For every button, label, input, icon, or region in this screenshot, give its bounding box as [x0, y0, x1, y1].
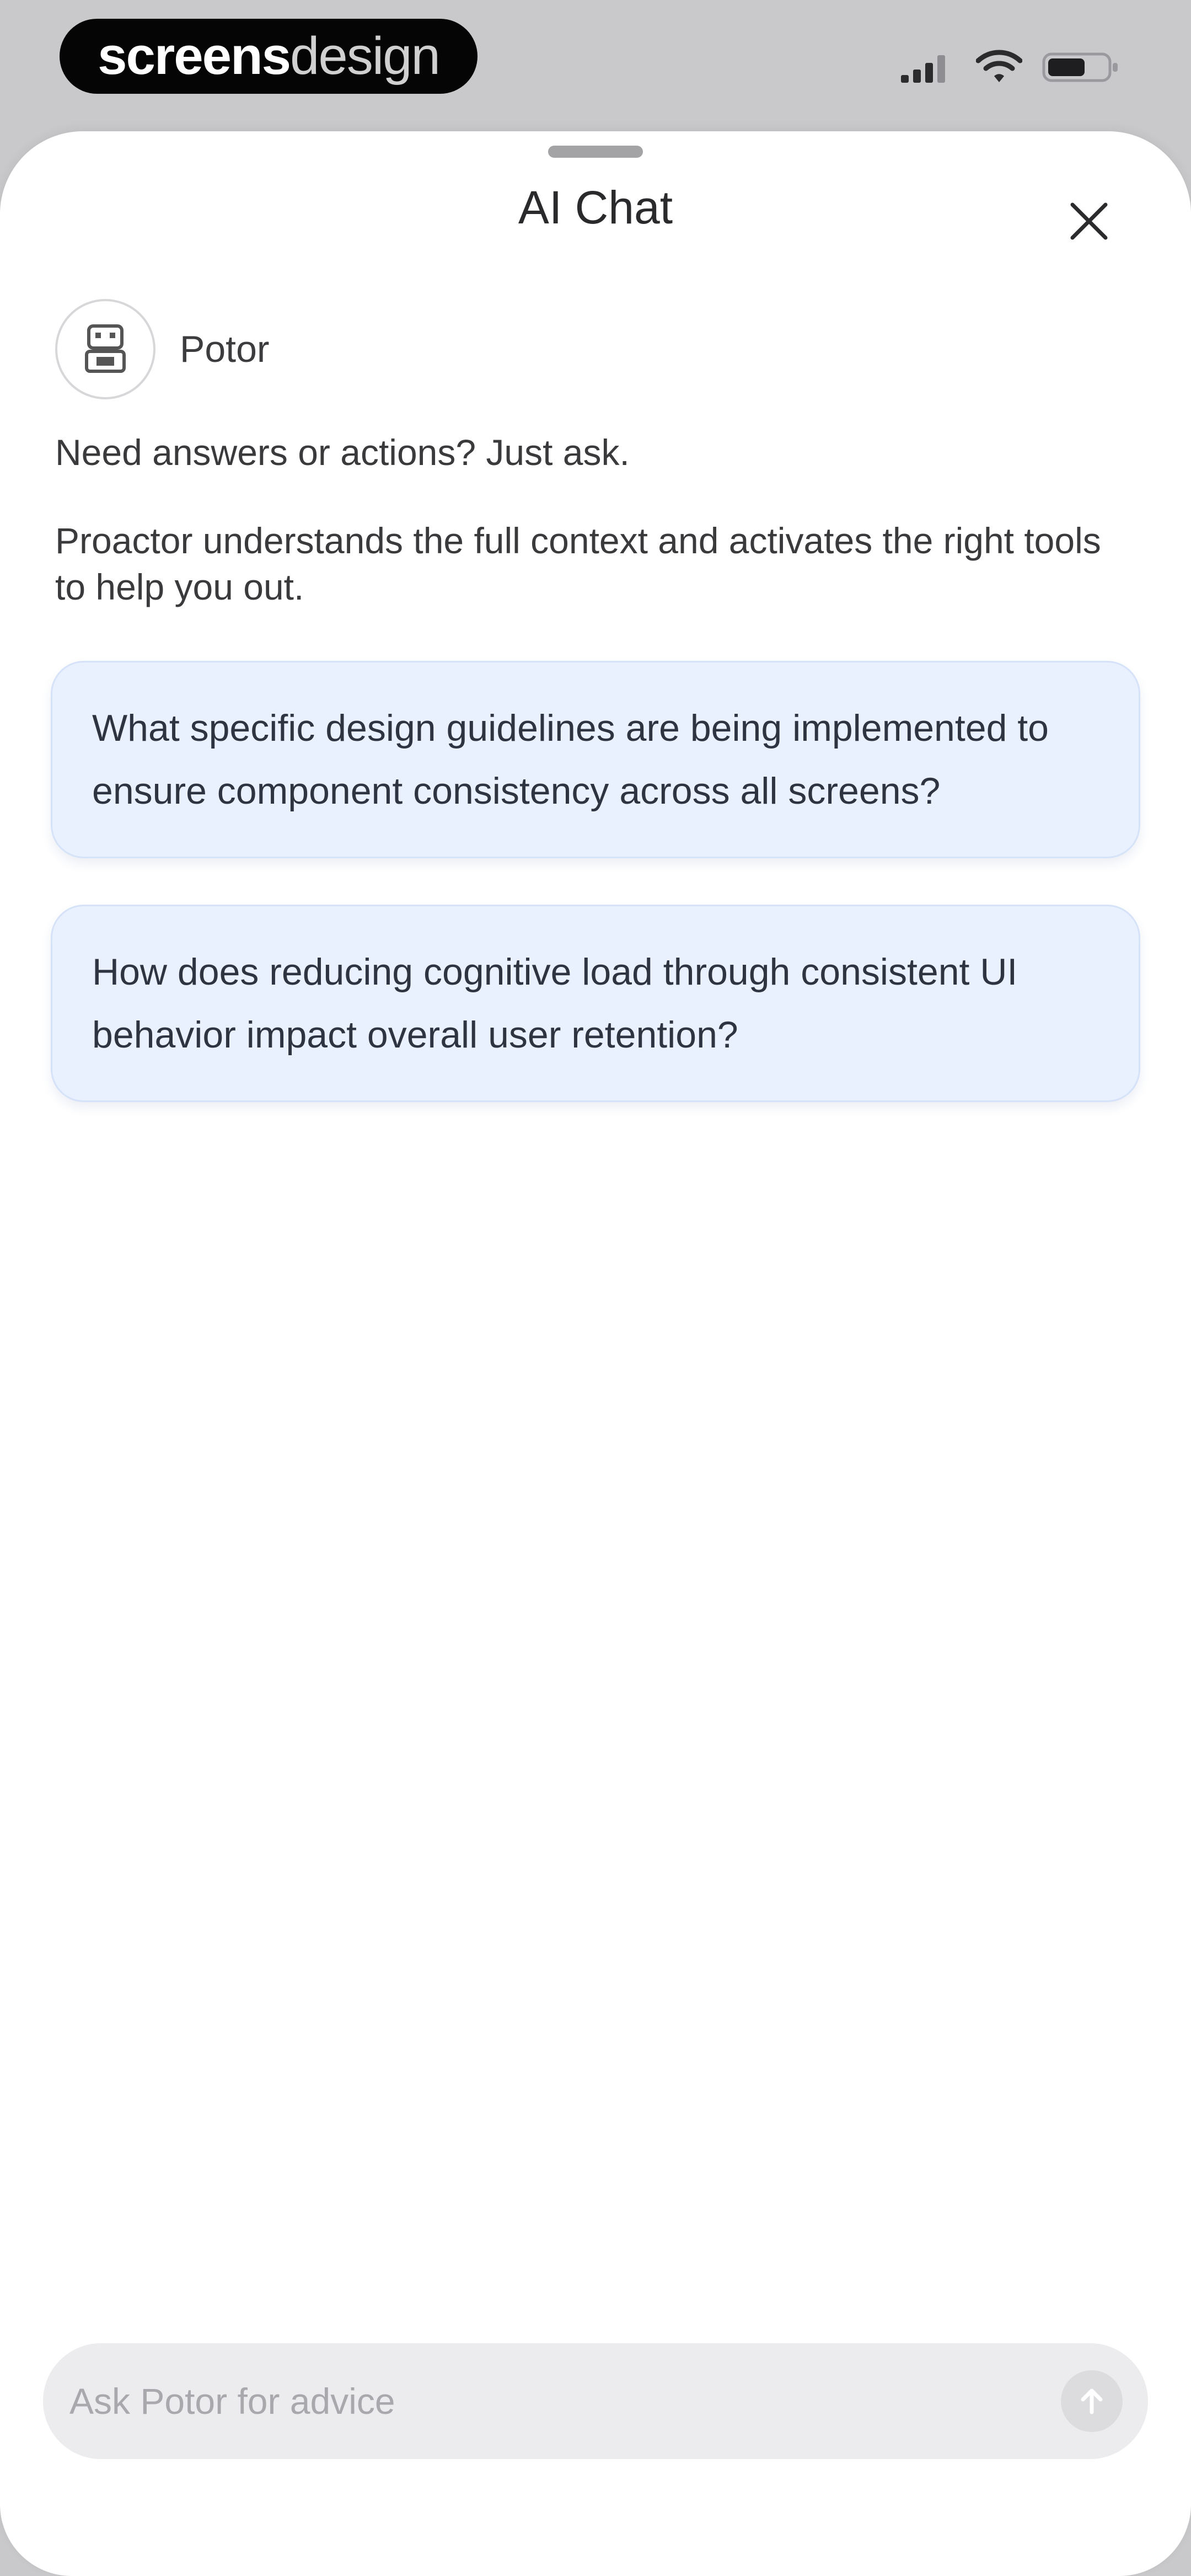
brand-logo: screensdesign — [60, 19, 478, 94]
assistant-avatar — [55, 299, 155, 399]
battery-icon — [1042, 52, 1118, 82]
robot-icon — [85, 324, 126, 373]
assistant-name: Potor — [180, 328, 270, 370]
sheet-grabber[interactable] — [548, 146, 643, 158]
suggestion-card[interactable]: What specific design guidelines are bein… — [51, 661, 1140, 858]
brand-logo-strong: screens — [98, 26, 291, 85]
send-button[interactable] — [1061, 2370, 1123, 2432]
brand-logo-light: design — [290, 26, 441, 85]
suggestion-card[interactable]: How does reducing cognitive load through… — [51, 905, 1140, 1102]
chat-composer — [43, 2343, 1148, 2459]
status-icons — [900, 44, 1120, 94]
close-icon — [1070, 202, 1108, 240]
sheet-title: AI Chat — [518, 181, 673, 233]
intro-description: Proactor understands the full context an… — [55, 520, 1101, 607]
app-screen: screensdesign AI Chat Potor Need answers… — [0, 0, 1191, 2576]
wifi-icon — [976, 50, 1022, 82]
arrow-up-icon — [1081, 2388, 1103, 2414]
cellular-signal-icon — [901, 55, 945, 83]
intro-text: Need answers or actions? Just ask. Proac… — [55, 429, 1136, 610]
intro-headline: Need answers or actions? Just ask. — [55, 432, 630, 473]
ai-chat-sheet: AI Chat Potor Need answers or actions? J… — [0, 131, 1191, 2576]
assistant-header: Potor — [55, 297, 270, 402]
close-button[interactable] — [1059, 191, 1119, 252]
chat-input[interactable] — [68, 2380, 1061, 2423]
